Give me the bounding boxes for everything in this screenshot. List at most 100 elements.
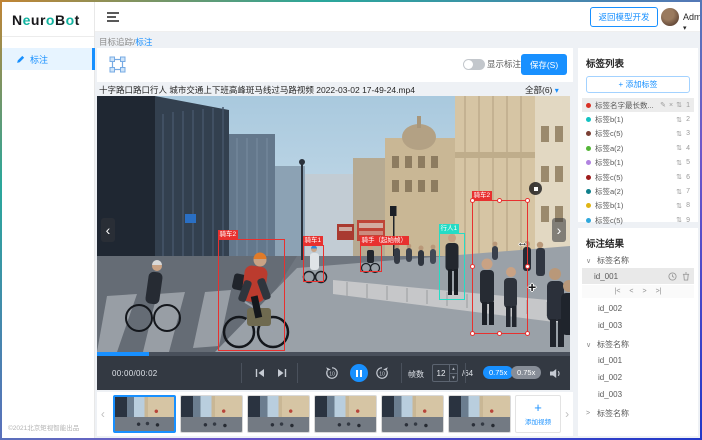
filmstrip-prev-arrow[interactable]: ‹ (97, 407, 109, 421)
resize-handle[interactable] (525, 198, 530, 203)
pager-next-icon[interactable]: > (643, 288, 647, 295)
video-thumbnail[interactable] (381, 395, 444, 433)
sort-icon[interactable]: ⇅ (676, 130, 682, 138)
annotation-box[interactable]: 骑车1 (303, 245, 324, 282)
video-thumbnail[interactable] (180, 395, 243, 433)
svg-text:10: 10 (379, 371, 385, 377)
tag-list-item[interactable]: 标签a(2) ⇅ 7 (582, 184, 694, 198)
rect-select-tool-icon[interactable] (109, 56, 126, 73)
filmstrip-next-arrow[interactable]: › (561, 407, 573, 421)
result-group-header[interactable]: > 标签名称 (586, 406, 690, 421)
result-item[interactable]: id_003 (586, 317, 690, 334)
video-thumbnail[interactable] (314, 395, 377, 433)
result-item[interactable]: id_001 (586, 352, 690, 369)
result-item[interactable]: id_003 (586, 386, 690, 403)
resize-handle[interactable] (470, 264, 475, 269)
pager-prev-icon[interactable]: < (629, 288, 633, 295)
pager-last-icon[interactable]: >| (656, 288, 662, 295)
frame-number-value[interactable]: 12 (433, 365, 449, 381)
menu-collapse-icon[interactable] (107, 12, 119, 22)
history-icon[interactable] (668, 272, 677, 281)
sidebar-item-label: 标注 (30, 53, 48, 66)
delete-icon[interactable]: × (669, 102, 673, 109)
step-up-icon[interactable]: ▲ (450, 365, 457, 374)
tag-list-item[interactable]: 标签b(1) ⇅ 8 (582, 199, 694, 213)
frame-stepper[interactable]: ▲▼ (449, 365, 457, 381)
video-canvas[interactable]: ‹ › 骑车2 骑车1 骑手（起始帧） 行人1 骑车2 ↔ + (97, 96, 570, 352)
avatar[interactable] (661, 8, 679, 26)
tag-list-item[interactable]: 标签c(5) ⇅ 6 (582, 170, 694, 184)
user-menu[interactable]: Admin ▾ (683, 12, 700, 32)
resize-handle[interactable] (470, 198, 475, 203)
annotation-box[interactable]: 骑手（起始帧） (360, 245, 382, 272)
resize-handle[interactable] (470, 331, 475, 336)
sort-icon[interactable]: ⇅ (676, 216, 682, 224)
add-video-button[interactable]: + 添加视频 (515, 395, 562, 433)
trash-icon[interactable] (682, 272, 690, 281)
tag-list-item[interactable]: 标签名字最长数... ✎ × ⇅ 1 (582, 98, 694, 112)
video-thumbnail[interactable] (247, 395, 310, 433)
tag-list-item[interactable]: 标签b(1) ⇅ 2 (582, 112, 694, 126)
prev-video-arrow[interactable]: ‹ (101, 218, 115, 242)
save-button[interactable]: 保存(S) (521, 54, 567, 75)
pause-button[interactable] (350, 364, 368, 382)
back-to-model-dev-button[interactable]: 返回模型开发 (590, 7, 658, 27)
result-item-id: id_001 (594, 272, 618, 281)
result-item-selected[interactable]: id_001 (582, 268, 694, 284)
breadcrumb-parent[interactable]: 目标追踪 (99, 37, 133, 47)
show-annotation-toggle[interactable] (463, 59, 485, 70)
rewind-10-icon[interactable]: 10 (325, 366, 339, 380)
sidebar-item-annotate[interactable]: 标注 (2, 48, 95, 70)
tag-list-item[interactable]: 标签b(1) ⇅ 5 (582, 156, 694, 170)
tag-name: 标签c(5) (595, 172, 673, 183)
tag-order: 9 (685, 217, 690, 224)
video-thumbnail-selected[interactable] (113, 395, 176, 433)
speed-pill[interactable]: 0.75x (511, 366, 541, 379)
video-controls-bar: 00:00/00:02 10 10 帧数 12 ▲▼ /64 0.75x 0.7… (97, 356, 570, 390)
speed-pill-active[interactable]: 0.75x (483, 366, 513, 379)
tag-color-dot (586, 117, 591, 122)
show-annotation-label: 显示标注 (487, 58, 521, 70)
filter-dropdown[interactable]: 全部(6) ▾ (525, 84, 559, 96)
result-group-header[interactable]: ∨ 标签名称 (586, 253, 690, 268)
logo-part: e (23, 12, 31, 28)
screen-frame: NeuroBot 标注 ©2021北京矩视智能出品 返回模型开发 Admin ▾… (0, 0, 702, 440)
resize-handle[interactable] (525, 331, 530, 336)
edit-icon[interactable]: ✎ (660, 101, 666, 109)
next-frame-icon[interactable] (277, 368, 287, 378)
pager-first-icon[interactable]: |< (615, 288, 621, 295)
result-group-header[interactable]: ∨ 标签名称 (586, 337, 690, 352)
frame-number-input[interactable]: 12 ▲▼ (432, 364, 458, 382)
prev-frame-icon[interactable] (255, 368, 265, 378)
result-item[interactable]: id_002 (586, 369, 690, 386)
filter-value: 全部(6) (525, 85, 552, 95)
username: Admin (683, 12, 700, 22)
sort-icon[interactable]: ⇅ (676, 202, 682, 210)
pen-icon (16, 55, 25, 64)
sort-icon[interactable]: ⇅ (676, 101, 682, 109)
chevron-down-icon: ▾ (683, 25, 687, 32)
frame-count-label: 帧数 (408, 369, 424, 380)
step-down-icon[interactable]: ▼ (450, 374, 457, 382)
sort-icon[interactable]: ⇅ (676, 144, 682, 152)
forward-10-icon[interactable]: 10 (375, 366, 389, 380)
resize-handle[interactable] (525, 264, 530, 269)
tag-list-item[interactable]: 标签c(5) ⇅ 9 (582, 213, 694, 227)
video-thumbnail[interactable] (448, 395, 511, 433)
annotation-box[interactable]: 行人1 (439, 233, 465, 300)
box-action-badge[interactable] (529, 182, 542, 195)
add-tag-button[interactable]: + 添加标签 (586, 76, 690, 93)
annotation-box[interactable]: 骑车2 (218, 239, 285, 351)
next-video-arrow[interactable]: › (552, 218, 566, 242)
sort-icon[interactable]: ⇅ (676, 159, 682, 167)
annotation-box-selected[interactable]: 骑车2 (472, 200, 528, 334)
resize-handle[interactable] (497, 198, 502, 203)
resize-handle[interactable] (497, 331, 502, 336)
sort-icon[interactable]: ⇅ (676, 116, 682, 124)
tag-list-item[interactable]: 标签a(2) ⇅ 4 (582, 141, 694, 155)
sort-icon[interactable]: ⇅ (676, 173, 682, 181)
volume-icon[interactable] (549, 368, 562, 379)
sort-icon[interactable]: ⇅ (676, 188, 682, 196)
tag-list-item[interactable]: 标签c(5) ⇅ 3 (582, 127, 694, 141)
result-item[interactable]: id_002 (586, 300, 690, 317)
